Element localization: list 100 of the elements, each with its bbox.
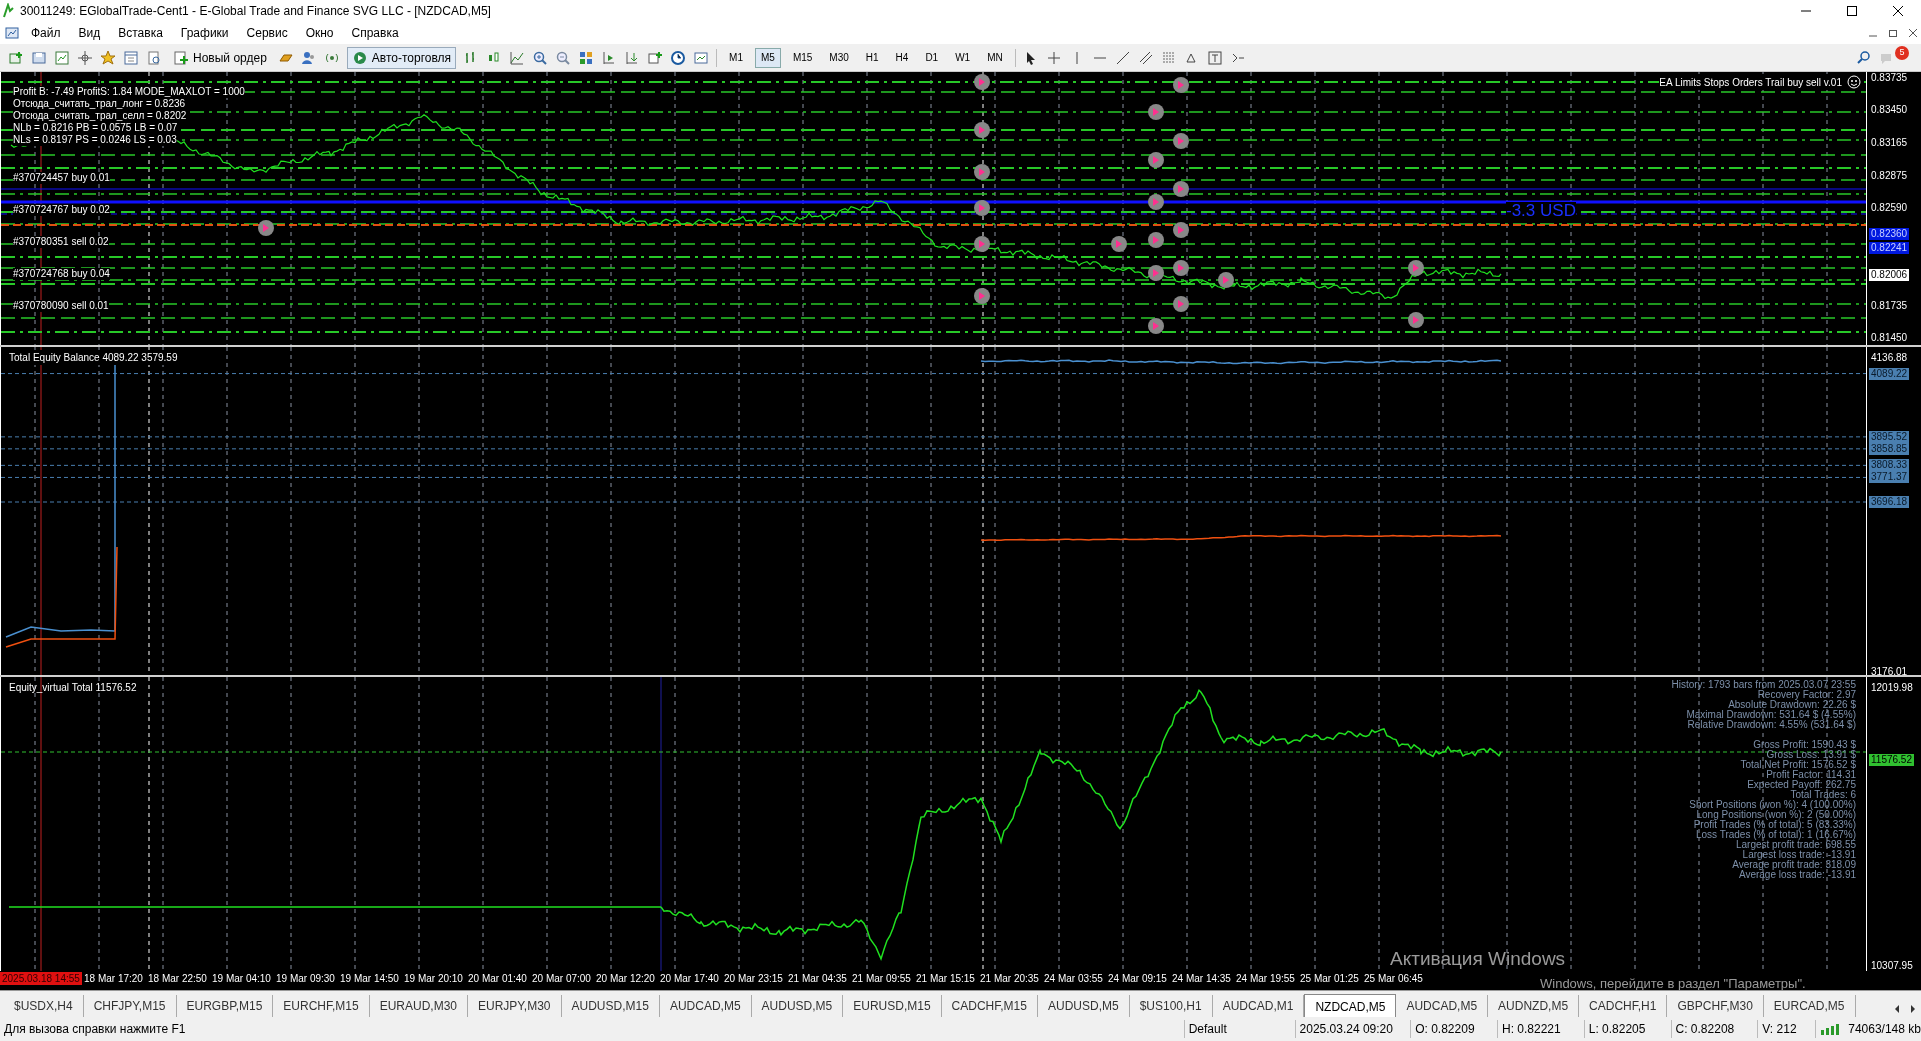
value-tag: 4089.22 [1869, 367, 1910, 380]
pane-title: Equity_virtual Total 11576.52 [9, 681, 137, 695]
indicator-add-icon[interactable] [647, 49, 664, 66]
axis-label: 10307.95 [1870, 960, 1914, 972]
activation-title: Активация Windows [1390, 947, 1566, 971]
indicator-text: NLb = 0.8216 PB = 0.0575 LB = 0.07 [13, 122, 178, 134]
crosshair-arrows-icon[interactable] [77, 49, 93, 66]
zoom-out-icon[interactable] [555, 49, 572, 66]
price-tag: 0.82241 [1869, 242, 1910, 254]
statistics-line: History: 1793 bars from 2025.03.07 23:55 [1671, 680, 1856, 690]
traffic-counter: 74063/148 kb [1848, 1021, 1921, 1038]
time-label: 24 Mar 09:15 [1107, 972, 1168, 985]
timeframe-button[interactable]: W1 [950, 47, 976, 68]
axis-label: 0.82590 [1870, 202, 1909, 215]
close-icon[interactable] [1890, 3, 1906, 19]
statistics-line: Recovery Factor: 2.97 [1757, 690, 1856, 700]
profile-name: Default [1183, 1020, 1295, 1038]
search-icon[interactable] [1856, 49, 1872, 66]
menu-item[interactable]: Окно [298, 24, 341, 42]
statistics-line: Maximal Drawdown: 531.64 $ (4.55%) [1686, 710, 1856, 720]
tile-windows-icon[interactable] [578, 49, 595, 66]
time-label: 21 Mar 20:35 [979, 972, 1040, 985]
statistics-line: Absolute Drawdown: 22.26 $ [1728, 700, 1856, 710]
statistics-line: Average loss trade: -13.91 [1738, 870, 1856, 880]
statistics-line: Long Positions (won %): 2 (50.00%) [1696, 810, 1856, 820]
menu-item[interactable]: Графики [173, 24, 236, 42]
line-chart-icon[interactable] [509, 49, 526, 66]
window-chart-icon[interactable] [54, 49, 70, 66]
axis-label: 12019.98 [1870, 682, 1914, 694]
autotrading-button[interactable]: Авто-торговля [346, 46, 457, 69]
menu-item[interactable]: Справка [344, 24, 406, 42]
time-label: 20 Mar 23:15 [723, 972, 784, 985]
zoom-in-icon[interactable] [532, 49, 549, 66]
timeframe-button[interactable]: M1 [724, 47, 748, 68]
crosshair-icon[interactable] [1045, 49, 1062, 66]
indicator-text: NLs = 0.8197 PS = 0.0246 LS = 0.03 [13, 134, 177, 146]
trend-line-icon[interactable] [1114, 49, 1131, 66]
order-label: #370724768 buy 0.04 [13, 268, 110, 280]
close-price: C: 0.82208 [1670, 1020, 1758, 1038]
template-icon[interactable] [693, 49, 710, 66]
timeframe-button[interactable]: D1 [920, 47, 944, 68]
plus-document-icon [173, 49, 189, 66]
star-icon[interactable] [100, 49, 116, 66]
channel-icon[interactable] [1137, 49, 1154, 66]
statistics-line: Average profit trade: 318.09 [1732, 860, 1856, 870]
order-label: #370724767 buy 0.02 [13, 204, 110, 216]
activation-text: Windows, перейдите в раздел "Параметры". [1540, 975, 1806, 993]
menu-item[interactable]: Сервис [239, 24, 295, 42]
axis-label: 0.83450 [1870, 104, 1909, 117]
value-tag: 3808.33 [1869, 459, 1910, 472]
timeframe-button[interactable]: M5 [754, 47, 781, 68]
maximize-icon[interactable] [1844, 3, 1860, 19]
time-label: 18 Mar 17:20 [83, 972, 144, 985]
time-label: 18 Mar 22:50 [147, 972, 208, 985]
pane-title: Total Equity Balance 4089.22 3579.59 [9, 350, 178, 365]
timeframe-button[interactable]: H4 [890, 47, 914, 68]
order-label: #370780351 sell 0.02 [13, 236, 109, 248]
value-tag: 3895.52 [1869, 430, 1910, 443]
text-label-icon[interactable] [1206, 49, 1223, 66]
statistics-line: Gross Loss: 13.91 $ [1766, 750, 1856, 760]
statistics-line: Relative Drawdown: 4.55% (531.64 $) [1687, 720, 1856, 730]
menu-item[interactable]: Файл [24, 24, 68, 42]
time-label: 24 Mar 03:55 [1043, 972, 1104, 985]
new-chart-icon[interactable] [8, 49, 24, 66]
order-label: #370724457 buy 0.01 [13, 172, 110, 184]
statistics-line: Total Trades: 6 [1790, 790, 1856, 800]
chart-tab[interactable]: NZDCAD,M5 [1304, 994, 1397, 1018]
timeframe-button[interactable]: M15 [787, 47, 818, 68]
statistics-line: Profit Factor: 114.31 [1766, 770, 1856, 780]
timeframe-button[interactable]: M30 [824, 47, 854, 68]
menu-item[interactable]: Вид [71, 24, 108, 42]
smiley-icon [1846, 74, 1862, 90]
statistics-line: Loss Trades (% of total): 1 (16.67%) [1695, 830, 1856, 840]
statistics-line: Short Positions (won %): 4 (100.00%) [1689, 800, 1856, 810]
order-label: #370780090 sell 0.01 [13, 300, 109, 312]
time-label: 20 Mar 17:40 [659, 972, 720, 985]
price-tag: 0.82006 [1869, 268, 1910, 281]
time-label: 20 Mar 12:20 [595, 972, 656, 985]
people-icon[interactable] [300, 49, 317, 66]
open-price: O: 0.82209 [1410, 1020, 1497, 1038]
low-price: L: 0.82205 [1583, 1020, 1671, 1038]
value-tag: 3771.37 [1869, 471, 1910, 484]
list-window-icon[interactable] [123, 49, 139, 66]
time-label: 21 Mar 09:55 [851, 972, 912, 985]
price-tag: 0.82360 [1869, 228, 1910, 241]
clock-icon[interactable] [670, 49, 687, 66]
axis-label: 0.81450 [1870, 332, 1909, 344]
statistics-line: Profit Trades (% of total): 5 (83.33%) [1693, 820, 1856, 830]
timeframe-button[interactable]: MN [982, 47, 1008, 68]
time-label: 25 Mar 01:25 [1299, 972, 1360, 985]
timeframe-button[interactable]: H1 [860, 47, 884, 68]
new-order-button[interactable]: Новый ордер [169, 46, 271, 69]
axis-label: 0.83165 [1870, 136, 1909, 149]
time-label: 21 Mar 15:15 [915, 972, 976, 985]
menu-item[interactable]: Вставка [111, 24, 170, 42]
time-label: 20 Mar 01:40 [467, 972, 528, 985]
time-label: 24 Mar 14:35 [1171, 972, 1232, 985]
save-icon[interactable] [31, 49, 47, 66]
indicator-text: Отсюда_считать_трал_селл = 0.8202 [13, 110, 187, 122]
document-search-icon[interactable] [146, 49, 162, 66]
